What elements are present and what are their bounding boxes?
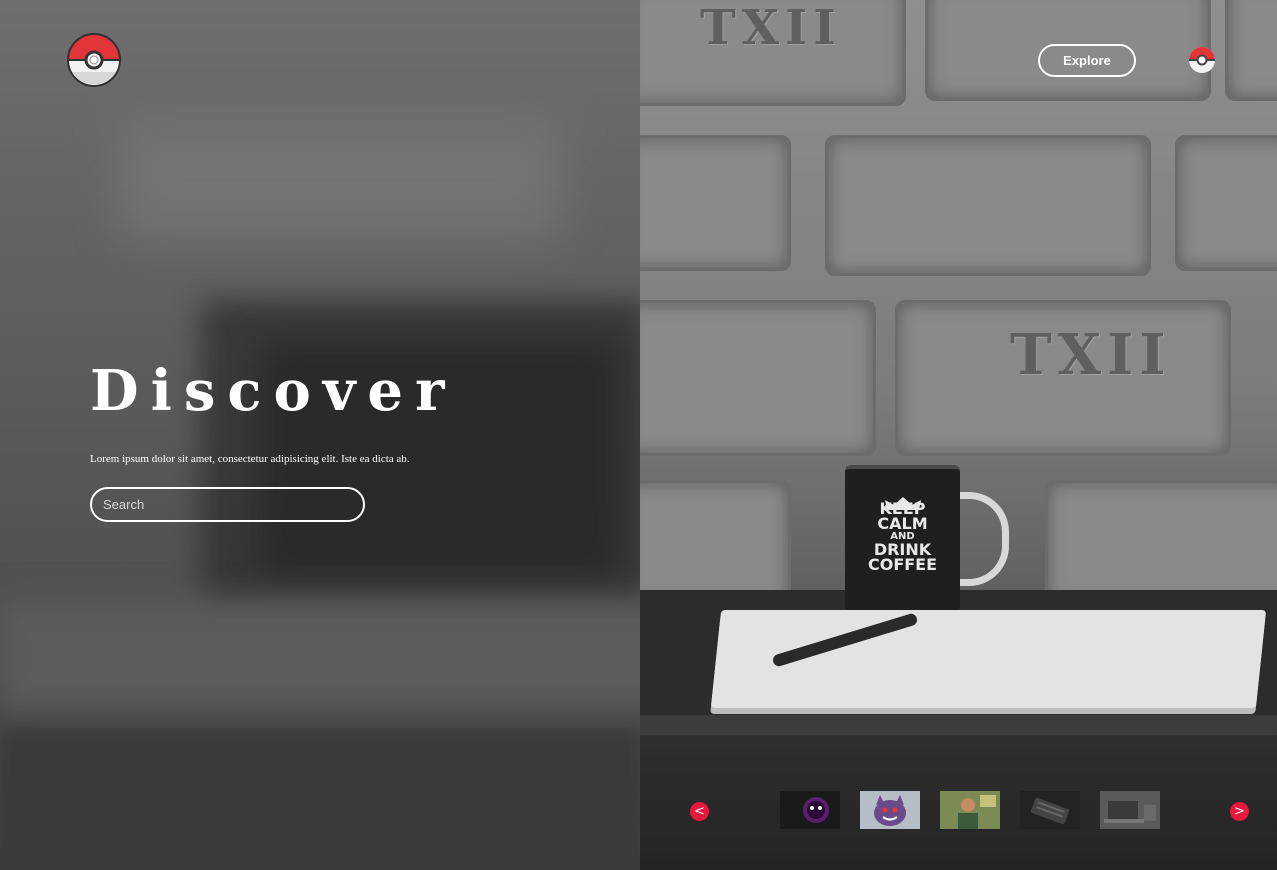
carousel-thumbnail[interactable] (780, 791, 840, 829)
mug-text: KEEP CALM AND DRINK COFFEE (845, 501, 960, 574)
profile-pokeball-icon[interactable] (1188, 46, 1216, 74)
carousel-thumbnail[interactable] (940, 791, 1000, 829)
search-input[interactable] (90, 487, 365, 522)
hero-subtitle: Lorem ipsum dolor sit amet, consectetur … (90, 453, 410, 465)
coffee-mug: KEEP CALM AND DRINK COFFEE (845, 465, 960, 617)
carousel-prev-button[interactable]: < (690, 802, 709, 821)
blurred-laptop-base (0, 600, 640, 710)
carousel-thumbnail[interactable] (1100, 791, 1160, 829)
carousel-thumbnail[interactable] (860, 791, 920, 829)
carousel-next-button[interactable]: > (1230, 802, 1249, 821)
blur-shape (120, 120, 560, 240)
desk-edge (640, 715, 1277, 735)
wall-brick (1225, 0, 1277, 101)
wall-carving: TXII (1010, 322, 1172, 388)
wall-brick (1175, 135, 1277, 271)
gastly-thumbnail-image (803, 797, 829, 823)
wall-brick (825, 135, 1151, 276)
gengar-thumbnail-image (874, 795, 906, 826)
keyboard-thumbnail-image (1030, 797, 1070, 825)
wall-brick (640, 480, 791, 606)
hero-background-blurred (0, 0, 640, 870)
page-title: Discover (90, 358, 457, 424)
pokeball-icon[interactable] (66, 32, 122, 88)
laptop-thumbnail-image (1100, 791, 1160, 829)
mug-text-line: CALM (877, 514, 928, 533)
blurred-desk (0, 730, 640, 870)
explore-button[interactable]: Explore (1038, 44, 1136, 77)
mug-text-line: COFFEE (867, 555, 938, 574)
carousel-thumbnail[interactable] (1020, 791, 1080, 829)
wall-brick (1045, 480, 1277, 606)
hero-background-photo: TXII TXII KEEP CALM AND DRINK COFFEE (640, 0, 1277, 870)
wall-carving: TXII (700, 0, 842, 56)
wall-brick (640, 300, 876, 456)
wall-brick (640, 135, 791, 271)
person-thumbnail-image (940, 791, 1000, 829)
